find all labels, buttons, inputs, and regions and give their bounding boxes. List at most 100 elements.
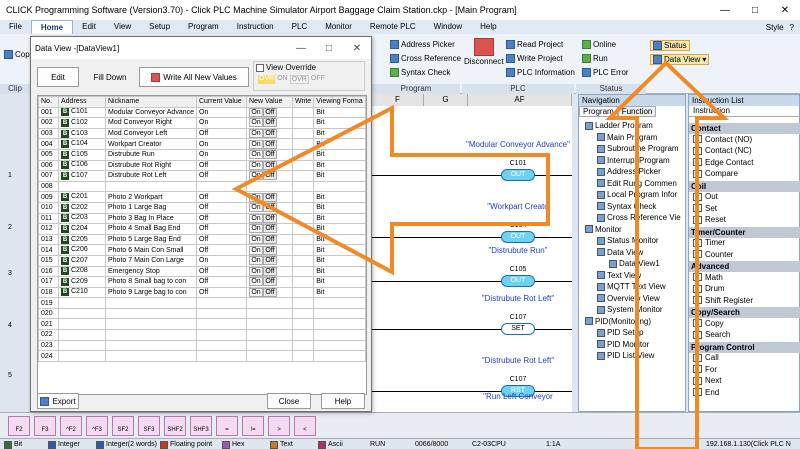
- set-off-button[interactable]: Off: [263, 118, 277, 128]
- menu-monitor[interactable]: Monitor: [316, 20, 361, 34]
- set-off-button[interactable]: Off: [263, 266, 277, 276]
- write-cell[interactable]: [291, 233, 315, 246]
- nav-item[interactable]: Ladder Program: [585, 121, 653, 130]
- viewing-format-cell[interactable]: Bit: [313, 244, 366, 256]
- new-value-cell[interactable]: On Off: [246, 286, 293, 299]
- instruction-section-header[interactable]: Program Control: [689, 341, 800, 353]
- function-key-button[interactable]: !=: [242, 416, 264, 436]
- nav-item[interactable]: Monitor: [585, 225, 622, 234]
- grid-column-header[interactable]: Address: [58, 96, 106, 108]
- write-cell[interactable]: [291, 244, 315, 256]
- instruction-section-header[interactable]: Coil: [689, 180, 800, 192]
- coil-out[interactable]: OUT: [501, 231, 535, 243]
- set-on-button[interactable]: On: [249, 288, 263, 297]
- write-cell[interactable]: [291, 265, 315, 278]
- nav-item[interactable]: Address Picker: [597, 167, 661, 176]
- set-off-button[interactable]: Off: [263, 213, 277, 223]
- set-on-button[interactable]: On: [249, 235, 263, 244]
- address-cell[interactable]: [58, 329, 106, 341]
- rung-number[interactable]: 2: [8, 224, 12, 231]
- menu-remote-plc[interactable]: Remote PLC: [361, 20, 425, 34]
- close-window-button[interactable]: ✕: [770, 5, 800, 16]
- new-value-cell[interactable]: On Off: [246, 170, 293, 182]
- write-all-new-values-button[interactable]: Write All New Values: [139, 67, 249, 87]
- set-off-button[interactable]: Off: [263, 150, 277, 160]
- menu-file[interactable]: File: [0, 20, 31, 34]
- help-icon[interactable]: ?: [790, 23, 794, 32]
- set-on-button[interactable]: On: [249, 277, 263, 287]
- instruction-item[interactable]: Set: [693, 204, 717, 213]
- table-row[interactable]: 005 B C105 Distrubute Run On On Off Bit: [38, 148, 366, 161]
- grid-column-header[interactable]: Nickname: [105, 96, 197, 108]
- rung-number[interactable]: 4: [8, 322, 12, 329]
- viewing-format-cell[interactable]: Bit: [313, 223, 366, 235]
- grid-column-header[interactable]: Viewing Forma: [313, 96, 366, 108]
- set-off-button[interactable]: Off: [263, 203, 277, 213]
- menu-help[interactable]: Help: [471, 20, 505, 34]
- nav-item[interactable]: PID Monitor: [597, 340, 649, 349]
- table-row[interactable]: 009 B C201 Photo 2 Workpart Off On Off Bit: [38, 191, 366, 203]
- write-cell[interactable]: [291, 201, 315, 214]
- address-cell[interactable]: [58, 180, 106, 193]
- function-key-button[interactable]: F2: [8, 416, 30, 436]
- set-off-button[interactable]: Off: [263, 192, 277, 202]
- new-value-cell[interactable]: On Off: [246, 223, 293, 235]
- address-cell[interactable]: B C104: [58, 138, 106, 150]
- address-cell[interactable]: [58, 307, 106, 320]
- address-cell[interactable]: [58, 318, 106, 331]
- rung-number[interactable]: 5: [8, 372, 12, 379]
- address-cell[interactable]: B C209: [58, 276, 106, 288]
- viewing-format-cell[interactable]: Bit: [313, 254, 366, 267]
- table-row[interactable]: 023: [38, 339, 366, 352]
- new-value-cell[interactable]: [246, 318, 293, 331]
- view-override-checkbox[interactable]: [256, 63, 264, 72]
- menu-program[interactable]: Program: [179, 20, 228, 34]
- address-cell[interactable]: B C101: [58, 106, 106, 119]
- coil-out[interactable]: OUT: [501, 169, 535, 181]
- table-row[interactable]: 016 B C208 Emergency Stop Off On Off Bit: [38, 265, 366, 278]
- table-row[interactable]: 014 B C206 Photo 6 Main Con Small Off On Off Bi…: [38, 244, 366, 256]
- syntax-check-button[interactable]: Syntax Check: [390, 68, 450, 77]
- function-key-button[interactable]: <: [294, 416, 316, 436]
- cross-reference-button[interactable]: Cross Reference: [390, 54, 461, 63]
- instruction-section-header[interactable]: Advanced: [689, 261, 800, 272]
- new-value-cell[interactable]: [246, 307, 293, 320]
- nav-item[interactable]: Data View1: [609, 259, 660, 268]
- set-on-button[interactable]: On: [249, 192, 263, 202]
- address-cell[interactable]: [58, 350, 106, 362]
- instruction-item[interactable]: For: [693, 365, 717, 374]
- viewing-format-cell[interactable]: Bit: [313, 159, 366, 172]
- menu-instruction[interactable]: Instruction: [228, 20, 283, 34]
- address-cell[interactable]: [58, 297, 106, 309]
- write-cell[interactable]: [291, 127, 315, 140]
- ladder-editor[interactable]: F G AF "Modular Conveyor Advance" C101 OUT "Wo…: [372, 94, 572, 412]
- nav-item[interactable]: PID Setup: [597, 328, 643, 337]
- set-on-button[interactable]: On: [249, 139, 263, 149]
- table-row[interactable]: 019: [38, 297, 366, 309]
- set-on-button[interactable]: On: [249, 256, 263, 266]
- nav-tab-function[interactable]: Function: [617, 106, 657, 117]
- write-cell[interactable]: [291, 254, 315, 267]
- function-key-button[interactable]: ^F3: [86, 416, 108, 436]
- table-row[interactable]: 020: [38, 307, 366, 320]
- close-button[interactable]: Close: [267, 393, 311, 409]
- nav-item[interactable]: Cross Reference Vie: [597, 213, 681, 222]
- write-cell[interactable]: [291, 138, 315, 150]
- viewing-format-cell[interactable]: Bit: [313, 233, 366, 246]
- viewing-format-cell[interactable]: Bit: [313, 212, 366, 225]
- new-value-cell[interactable]: On Off: [246, 148, 293, 161]
- address-cell[interactable]: B C203: [58, 212, 106, 225]
- address-cell[interactable]: B C202: [58, 201, 106, 214]
- fill-down-button[interactable]: Fill Down: [85, 67, 135, 87]
- write-cell[interactable]: [291, 223, 315, 235]
- instruction-item[interactable]: Math: [693, 273, 723, 282]
- copy-button[interactable]: Cop: [4, 50, 30, 59]
- instruction-tab[interactable]: Instruction: [689, 106, 799, 117]
- table-row[interactable]: 017 B C209 Photo 8 Small bag to con Off On Off…: [38, 276, 366, 288]
- write-cell[interactable]: [291, 286, 315, 299]
- address-cell[interactable]: [58, 339, 106, 352]
- instruction-section-header[interactable]: Timer/Counter: [689, 226, 800, 238]
- viewing-format-cell[interactable]: [313, 318, 366, 331]
- instruction-item[interactable]: Contact (NC): [693, 146, 752, 155]
- nav-item[interactable]: Edit Rung Commen: [597, 179, 677, 188]
